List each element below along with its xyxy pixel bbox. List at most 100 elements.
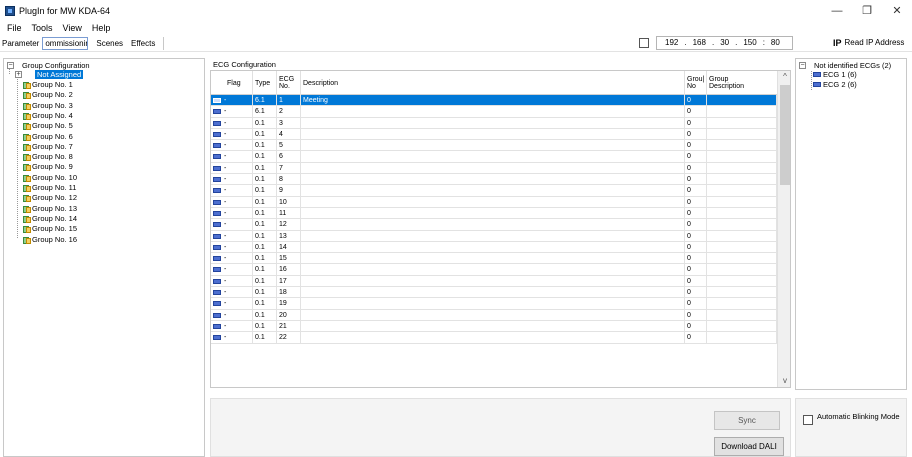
col-group-description[interactable]: Group Description (707, 71, 777, 95)
menu-view[interactable]: View (63, 23, 82, 33)
cell-desc[interactable] (301, 207, 685, 219)
cell-flag[interactable]: - (211, 264, 253, 276)
table-row[interactable]: - 6.1 1 Meeting 0 (211, 95, 777, 107)
tab-effects[interactable]: Effects (131, 39, 155, 48)
cell-no[interactable]: 3 (277, 117, 301, 129)
tab-parameter[interactable]: Parameter (2, 39, 39, 48)
cell-type[interactable]: 0.1 (253, 207, 277, 219)
cell-flag[interactable]: - (211, 320, 253, 332)
cell-desc[interactable] (301, 230, 685, 242)
cell-group[interactable]: 0 (685, 332, 707, 344)
cell-type[interactable]: 0.1 (253, 128, 277, 140)
table-row[interactable]: - 0.1 16 0 (211, 264, 777, 276)
mode-combo[interactable]: ommissionir (42, 36, 89, 50)
cell-desc[interactable] (301, 332, 685, 344)
cell-group[interactable]: 0 (685, 253, 707, 265)
cell-desc[interactable] (301, 253, 685, 265)
cell-no[interactable]: 19 (277, 298, 301, 310)
cell-type[interactable]: 0.1 (253, 264, 277, 276)
cell-type[interactable]: 0.1 (253, 298, 277, 310)
collapse-icon[interactable]: − (799, 62, 806, 69)
cell-gdesc[interactable] (707, 162, 777, 174)
table-row[interactable]: - 0.1 19 0 (211, 298, 777, 310)
scroll-down-icon[interactable]: v (778, 375, 790, 387)
cell-group[interactable]: 0 (685, 207, 707, 219)
cell-flag[interactable]: - (211, 117, 253, 129)
tree-item-group[interactable]: Group No. 1 (23, 80, 73, 89)
cell-type[interactable]: 0.1 (253, 140, 277, 152)
tree-item-group[interactable]: Group No. 2 (23, 90, 73, 100)
tree-item-ecg-1[interactable]: ECG 1 (6) (813, 70, 857, 79)
cell-no[interactable]: 5 (277, 140, 301, 152)
cell-no[interactable]: 21 (277, 320, 301, 332)
cell-group[interactable]: 0 (685, 219, 707, 231)
tree-item-group[interactable]: Group No. 8 (23, 152, 73, 162)
cell-flag[interactable]: - (211, 162, 253, 174)
cell-flag[interactable]: - (211, 95, 253, 106)
cell-flag[interactable]: - (211, 196, 253, 208)
cell-gdesc[interactable] (707, 332, 777, 344)
cell-group[interactable]: 0 (685, 128, 707, 140)
cell-flag[interactable]: - (211, 241, 253, 253)
cell-gdesc[interactable] (707, 106, 777, 118)
cell-no[interactable]: 13 (277, 230, 301, 242)
cell-flag[interactable]: - (211, 253, 253, 265)
cell-group[interactable]: 0 (685, 185, 707, 197)
tree-root-not-identified[interactable]: − Not identified ECGs (2) (799, 61, 891, 70)
cell-flag[interactable]: - (211, 298, 253, 310)
cell-flag[interactable]: - (211, 140, 253, 152)
tree-item-group[interactable]: Group No. 10 (23, 173, 77, 182)
cell-desc[interactable] (301, 298, 685, 310)
cell-no[interactable]: 9 (277, 185, 301, 197)
cell-desc[interactable]: Meeting (301, 95, 685, 106)
table-row[interactable]: - 0.1 18 0 (211, 287, 777, 299)
table-row[interactable]: - 6.1 2 0 (211, 106, 777, 118)
tree-item-group[interactable]: Group No. 6 (23, 132, 73, 141)
cell-desc[interactable] (301, 309, 685, 321)
cell-gdesc[interactable] (707, 207, 777, 219)
col-description[interactable]: Description (301, 71, 685, 95)
cell-gdesc[interactable] (707, 128, 777, 140)
cell-type[interactable]: 0.1 (253, 117, 277, 129)
col-group-no[interactable]: Grou| No (685, 71, 707, 95)
table-row[interactable]: - 0.1 8 0 (211, 174, 777, 186)
cell-flag[interactable]: - (211, 106, 253, 118)
cell-flag[interactable]: - (211, 151, 253, 163)
cell-type[interactable]: 0.1 (253, 185, 277, 197)
collapse-icon[interactable]: − (7, 62, 14, 69)
cell-type[interactable]: 0.1 (253, 174, 277, 186)
cell-group[interactable]: 0 (685, 275, 707, 287)
tree-item-group[interactable]: Group No. 12 (23, 193, 77, 203)
ip-address-input[interactable]: 192 . 168 . 30 . 150 : 80 (656, 36, 793, 50)
table-row[interactable]: - 0.1 5 0 (211, 140, 777, 152)
cell-group[interactable]: 0 (685, 117, 707, 129)
cell-gdesc[interactable] (707, 287, 777, 299)
cell-flag[interactable]: - (211, 207, 253, 219)
table-row[interactable]: - 0.1 9 0 (211, 185, 777, 197)
cell-gdesc[interactable] (707, 298, 777, 310)
table-row[interactable]: - 0.1 6 0 (211, 151, 777, 163)
tree-item-group[interactable]: Group No. 13 (23, 204, 77, 213)
menu-tools[interactable]: Tools (32, 23, 53, 33)
cell-type[interactable]: 0.1 (253, 241, 277, 253)
scroll-up-icon[interactable]: ^ (778, 71, 790, 83)
cell-no[interactable]: 16 (277, 264, 301, 276)
cell-type[interactable]: 0.1 (253, 219, 277, 231)
cell-type[interactable]: 0.1 (253, 275, 277, 287)
col-flag[interactable]: Flag (211, 71, 253, 95)
cell-type[interactable]: 0.1 (253, 309, 277, 321)
cell-gdesc[interactable] (707, 95, 777, 106)
automatic-blinking-checkbox[interactable] (803, 415, 813, 425)
cell-desc[interactable] (301, 106, 685, 118)
cell-flag[interactable]: - (211, 128, 253, 140)
cell-no[interactable]: 8 (277, 174, 301, 186)
cell-type[interactable]: 0.1 (253, 162, 277, 174)
tree-item-group[interactable]: Group No. 14 (23, 214, 77, 223)
cell-type[interactable]: 6.1 (253, 106, 277, 118)
cell-no[interactable]: 17 (277, 275, 301, 287)
table-row[interactable]: - 0.1 15 0 (211, 253, 777, 265)
menu-help[interactable]: Help (92, 23, 111, 33)
cell-group[interactable]: 0 (685, 106, 707, 118)
cell-desc[interactable] (301, 162, 685, 174)
scroll-thumb[interactable] (780, 85, 790, 185)
